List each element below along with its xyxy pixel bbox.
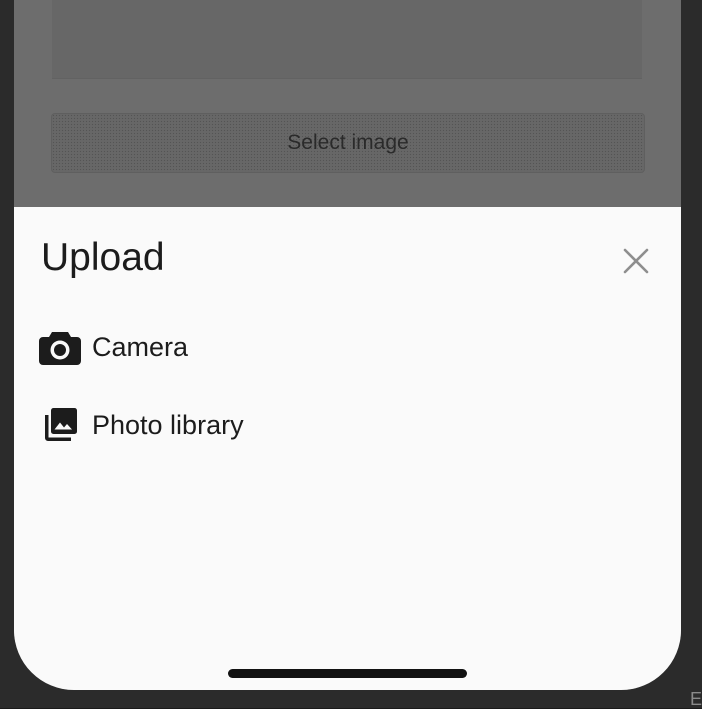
close-button[interactable] [617,242,655,280]
camera-icon [38,325,82,369]
option-photo-library-label: Photo library [92,409,244,440]
photo-library-icon [38,403,82,447]
option-camera-label: Camera [92,331,189,362]
image-preview-placeholder [52,0,642,79]
option-photo-library[interactable]: Photo library [38,397,658,453]
corner-label: E [689,689,702,709]
option-camera[interactable]: Camera [38,319,658,375]
screen: Select image Upload Camera Photo library [14,0,681,690]
upload-bottom-sheet: Upload Camera Photo library [14,207,681,690]
home-indicator [228,669,467,678]
device-frame: Select image Upload Camera Photo library… [0,0,702,708]
sheet-title: Upload [41,236,165,279]
close-icon [623,248,649,274]
select-image-button: Select image [51,113,645,173]
